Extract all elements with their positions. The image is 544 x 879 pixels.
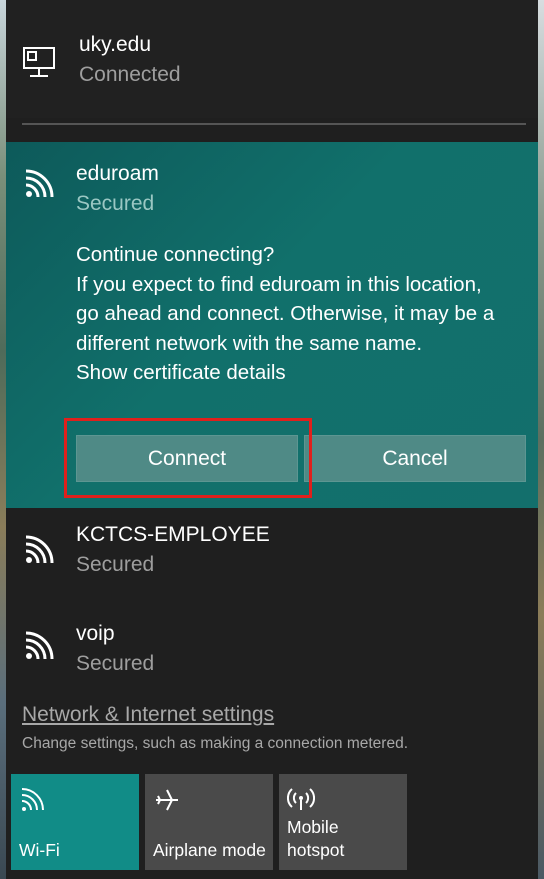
network-settings-link[interactable]: Network & Internet settings [22,703,274,727]
prompt-text: go ahead and connect. Otherwise, it may … [76,302,495,325]
hotspot-icon [287,788,315,810]
tile-label-line: Mobile [287,817,339,837]
network-name: voip [76,622,115,645]
wifi-toggle-tile[interactable]: Wi-Fi [11,774,139,870]
mobile-hotspot-tile[interactable]: Mobile hotspot [279,774,407,870]
prompt-title: Continue connecting? [76,243,275,266]
ethernet-icon [23,47,55,77]
network-status: Secured [76,553,155,576]
tile-label-line: hotspot [287,840,345,860]
highlight-box [64,418,312,498]
network-status: Secured [76,192,155,215]
cancel-button[interactable]: Cancel [304,435,526,482]
network-flyout: uky.edu Connected eduroam Secured Contin… [6,0,538,879]
connection-prompt: Continue connecting? If you expect to fi… [76,240,526,388]
airplane-mode-tile[interactable]: Airplane mode [145,774,273,870]
wired-network-item[interactable]: uky.edu Connected [6,0,538,118]
wifi-icon [21,788,44,811]
settings-subtitle: Change settings, such as making a connec… [22,735,409,752]
network-name: uky.edu [79,33,151,56]
network-item-eduroam[interactable]: eduroam Secured Continue connecting? If … [6,142,538,508]
show-certificate-link[interactable]: Show certificate details [76,358,526,388]
prompt-text: different network with the same name. [76,331,423,355]
network-item-voip[interactable]: voip Secured [6,604,538,696]
tile-label: Airplane mode [153,840,266,860]
network-name: KCTCS-EMPLOYEE [76,523,270,546]
wifi-signal-icon [25,535,54,564]
network-status: Connected [79,63,181,86]
wifi-signal-icon [25,169,54,198]
desktop-wallpaper-right [538,0,544,879]
tile-label: Wi-Fi [19,840,60,860]
prompt-text: If you expect to find eduroam in this lo… [76,272,482,296]
wifi-signal-icon [25,631,54,660]
network-status: Secured [76,652,155,675]
airplane-icon [156,789,178,811]
network-name: eduroam [76,162,159,185]
divider [22,123,526,125]
tile-label: Mobile hotspot [287,816,344,862]
network-item-kctcs-employee[interactable]: KCTCS-EMPLOYEE Secured [6,508,538,604]
